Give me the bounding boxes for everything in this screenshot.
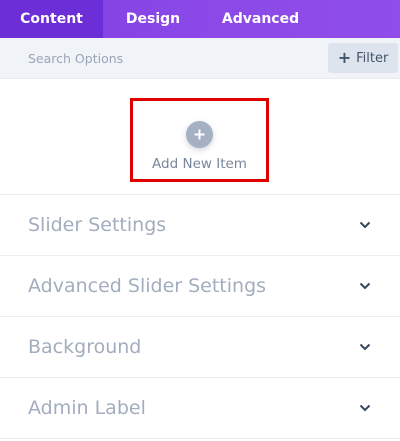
search-bar: + Filter bbox=[0, 38, 400, 79]
filter-label: Filter bbox=[356, 50, 389, 66]
plus-circle-icon bbox=[186, 121, 213, 148]
section-title: Admin Label bbox=[28, 397, 146, 419]
section-advanced-slider-settings[interactable]: Advanced Slider Settings bbox=[0, 256, 400, 317]
section-title: Advanced Slider Settings bbox=[28, 275, 267, 297]
settings-panel: Content Design Advanced + Filter Add New… bbox=[0, 0, 400, 441]
add-new-item-button[interactable]: Add New Item bbox=[130, 98, 269, 182]
chevron-down-icon bbox=[358, 403, 372, 413]
add-new-item-label: Add New Item bbox=[152, 156, 247, 172]
tab-advanced[interactable]: Advanced bbox=[203, 0, 318, 38]
add-item-area: Add New Item bbox=[0, 79, 400, 195]
section-background[interactable]: Background bbox=[0, 317, 400, 378]
chevron-down-icon bbox=[358, 220, 372, 230]
tab-design[interactable]: Design bbox=[103, 0, 203, 38]
section-admin-label[interactable]: Admin Label bbox=[0, 378, 400, 439]
section-slider-settings[interactable]: Slider Settings bbox=[0, 195, 400, 256]
filter-button[interactable]: + Filter bbox=[328, 43, 398, 73]
section-title: Background bbox=[28, 336, 142, 358]
chevron-down-icon bbox=[358, 342, 372, 352]
tab-bar: Content Design Advanced bbox=[0, 0, 400, 38]
tab-content[interactable]: Content bbox=[0, 0, 103, 38]
section-title: Slider Settings bbox=[28, 214, 167, 236]
search-input[interactable] bbox=[0, 49, 310, 67]
plus-icon: + bbox=[337, 48, 352, 67]
chevron-down-icon bbox=[358, 281, 372, 291]
